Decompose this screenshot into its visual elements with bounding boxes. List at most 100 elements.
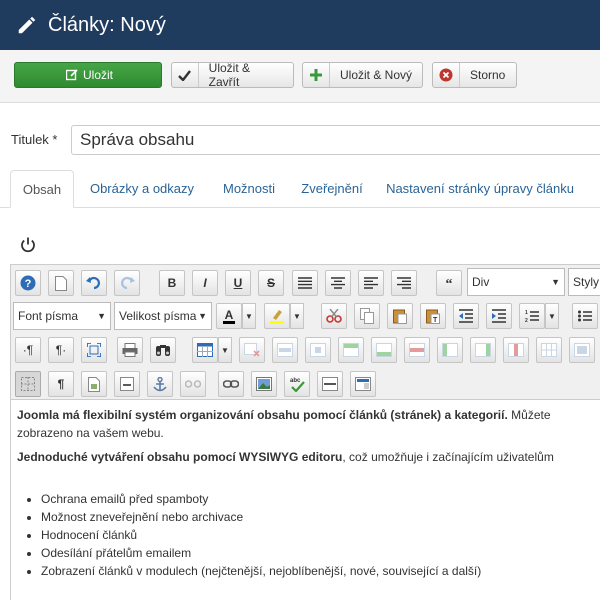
new-document-icon[interactable] — [48, 270, 74, 296]
tab-publishing[interactable]: Zveřejnění — [294, 170, 370, 207]
paste-icon[interactable] — [387, 303, 413, 329]
page-break-icon[interactable] — [114, 371, 140, 397]
edit-icon — [63, 63, 81, 87]
spellcheck-icon[interactable]: abc — [284, 371, 310, 397]
chevron-down-icon: ▼ — [97, 311, 106, 321]
font-size-select[interactable]: Velikost písma ▼ — [114, 302, 212, 330]
delete-column-icon[interactable] — [503, 337, 529, 363]
paste-text-icon[interactable]: T — [420, 303, 446, 329]
ltr-button[interactable]: ¶· — [48, 337, 74, 363]
list-item: Odesílání přátelům emailem — [41, 544, 600, 562]
highlight-color-icon[interactable] — [264, 303, 290, 329]
bold-button[interactable]: B — [159, 270, 185, 296]
italic-button[interactable]: I — [192, 270, 218, 296]
feature-list: Ochrana emailů před spamboty Možnost zne… — [17, 490, 600, 580]
chevron-down-icon[interactable]: ▼ — [290, 303, 304, 329]
delete-table-icon[interactable] — [239, 337, 265, 363]
cancel-button[interactable]: Storno — [432, 62, 517, 88]
page-header: Články: Nový — [0, 0, 600, 50]
bullet-list-icon[interactable] — [572, 303, 598, 329]
cancel-icon — [433, 63, 460, 87]
strikethrough-button[interactable]: S — [258, 270, 284, 296]
content-paragraph-1: Joomla má flexibilní systém organizování… — [17, 408, 551, 440]
content-paragraph-2: Jednoduché vytváření obsahu pomocí WYSIW… — [17, 450, 554, 464]
svg-text:“: “ — [446, 278, 453, 288]
tab-images-links[interactable]: Obrázky a odkazy — [80, 170, 204, 207]
layer-icon[interactable] — [350, 371, 376, 397]
svg-text:abc: abc — [290, 378, 301, 384]
print-icon[interactable] — [117, 337, 143, 363]
list-item: Ochrana emailů před spamboty — [41, 490, 600, 508]
style-select[interactable]: Styly — [568, 268, 600, 296]
align-left-icon[interactable] — [358, 270, 384, 296]
visual-aid-icon[interactable] — [15, 371, 41, 397]
text-color-button[interactable]: A — [216, 303, 242, 329]
numbered-list-icon[interactable]: 12 — [519, 303, 545, 329]
tab-bar: Obsah Obrázky a odkazy Možnosti Zveřejně… — [0, 170, 600, 208]
delete-row-icon[interactable] — [404, 337, 430, 363]
chevron-down-icon[interactable]: ▼ — [218, 337, 232, 363]
chevron-down-icon: ▼ — [551, 277, 560, 287]
horizontal-rule-icon[interactable] — [317, 371, 343, 397]
insert-template-icon[interactable] — [81, 371, 107, 397]
power-toggle-icon[interactable] — [19, 236, 37, 254]
insert-row-after-icon[interactable] — [371, 337, 397, 363]
list-item: Zobrazení článků v modulech (nejčtenější… — [41, 562, 600, 580]
help-icon[interactable]: ? — [15, 270, 41, 296]
pencil-icon — [18, 16, 36, 34]
list-item: Možnost zneveřejnění nebo archivace — [41, 508, 600, 526]
redo-icon[interactable] — [114, 270, 140, 296]
align-justify-icon[interactable] — [292, 270, 318, 296]
plus-icon — [303, 63, 330, 87]
title-label: Titulek * — [11, 132, 58, 147]
align-center-icon[interactable] — [325, 270, 351, 296]
rtl-button[interactable]: ·¶ — [15, 337, 41, 363]
svg-text:A: A — [225, 308, 234, 322]
tab-content[interactable]: Obsah — [10, 170, 74, 208]
outdent-icon[interactable] — [453, 303, 479, 329]
editor-content[interactable]: Joomla má flexibilní systém organizování… — [10, 400, 600, 600]
check-icon — [172, 63, 199, 87]
insert-row-before-icon[interactable] — [338, 337, 364, 363]
title-row: Titulek * Správa obsahu — [0, 125, 600, 157]
anchor-icon[interactable] — [147, 371, 173, 397]
undo-icon[interactable] — [81, 270, 107, 296]
page-title: Články: Nový — [48, 13, 166, 36]
table-cell-props-icon[interactable] — [305, 337, 331, 363]
underline-button[interactable]: U — [225, 270, 251, 296]
cut-icon[interactable] — [321, 303, 347, 329]
table-row-props-icon[interactable] — [272, 337, 298, 363]
tab-options[interactable]: Možnosti — [214, 170, 284, 207]
list-item: Hodnocení článků — [41, 526, 600, 544]
svg-text:?: ? — [25, 278, 32, 290]
editor-toolbar: ? B I U S “ Div ▼ Styly Font písma ▼ Velik… — [10, 264, 600, 400]
split-cells-icon[interactable] — [536, 337, 562, 363]
table-icon[interactable] — [192, 337, 218, 363]
unlink-icon[interactable] — [180, 371, 206, 397]
svg-text:1: 1 — [525, 310, 528, 316]
paragraph-button[interactable]: ¶ — [48, 371, 74, 397]
chevron-down-icon[interactable]: ▼ — [242, 303, 256, 329]
save-close-button[interactable]: Uložit & Zavřít — [171, 61, 294, 89]
align-right-icon[interactable] — [391, 270, 417, 296]
copy-icon[interactable] — [354, 303, 380, 329]
blockquote-icon[interactable]: “ — [436, 270, 462, 296]
indent-icon[interactable] — [486, 303, 512, 329]
fullscreen-icon[interactable] — [81, 337, 107, 363]
merge-cells-icon[interactable] — [569, 337, 595, 363]
font-family-select[interactable]: Font písma ▼ — [13, 302, 111, 330]
insert-column-before-icon[interactable] — [437, 337, 463, 363]
search-icon[interactable] — [150, 337, 176, 363]
format-select[interactable]: Div ▼ — [467, 268, 565, 296]
svg-text:2: 2 — [525, 318, 528, 323]
tab-editor-config[interactable]: Nastavení stránky úpravy článku — [378, 170, 582, 207]
link-icon[interactable] — [218, 371, 244, 397]
title-input[interactable]: Správa obsahu — [71, 125, 600, 155]
chevron-down-icon[interactable]: ▼ — [545, 303, 559, 329]
image-icon[interactable] — [251, 371, 277, 397]
save-button[interactable]: Uložit — [14, 62, 162, 88]
chevron-down-icon: ▼ — [198, 311, 207, 321]
save-new-button[interactable]: Uložit & Nový — [302, 62, 423, 88]
insert-column-after-icon[interactable] — [470, 337, 496, 363]
svg-text:T: T — [433, 317, 438, 324]
